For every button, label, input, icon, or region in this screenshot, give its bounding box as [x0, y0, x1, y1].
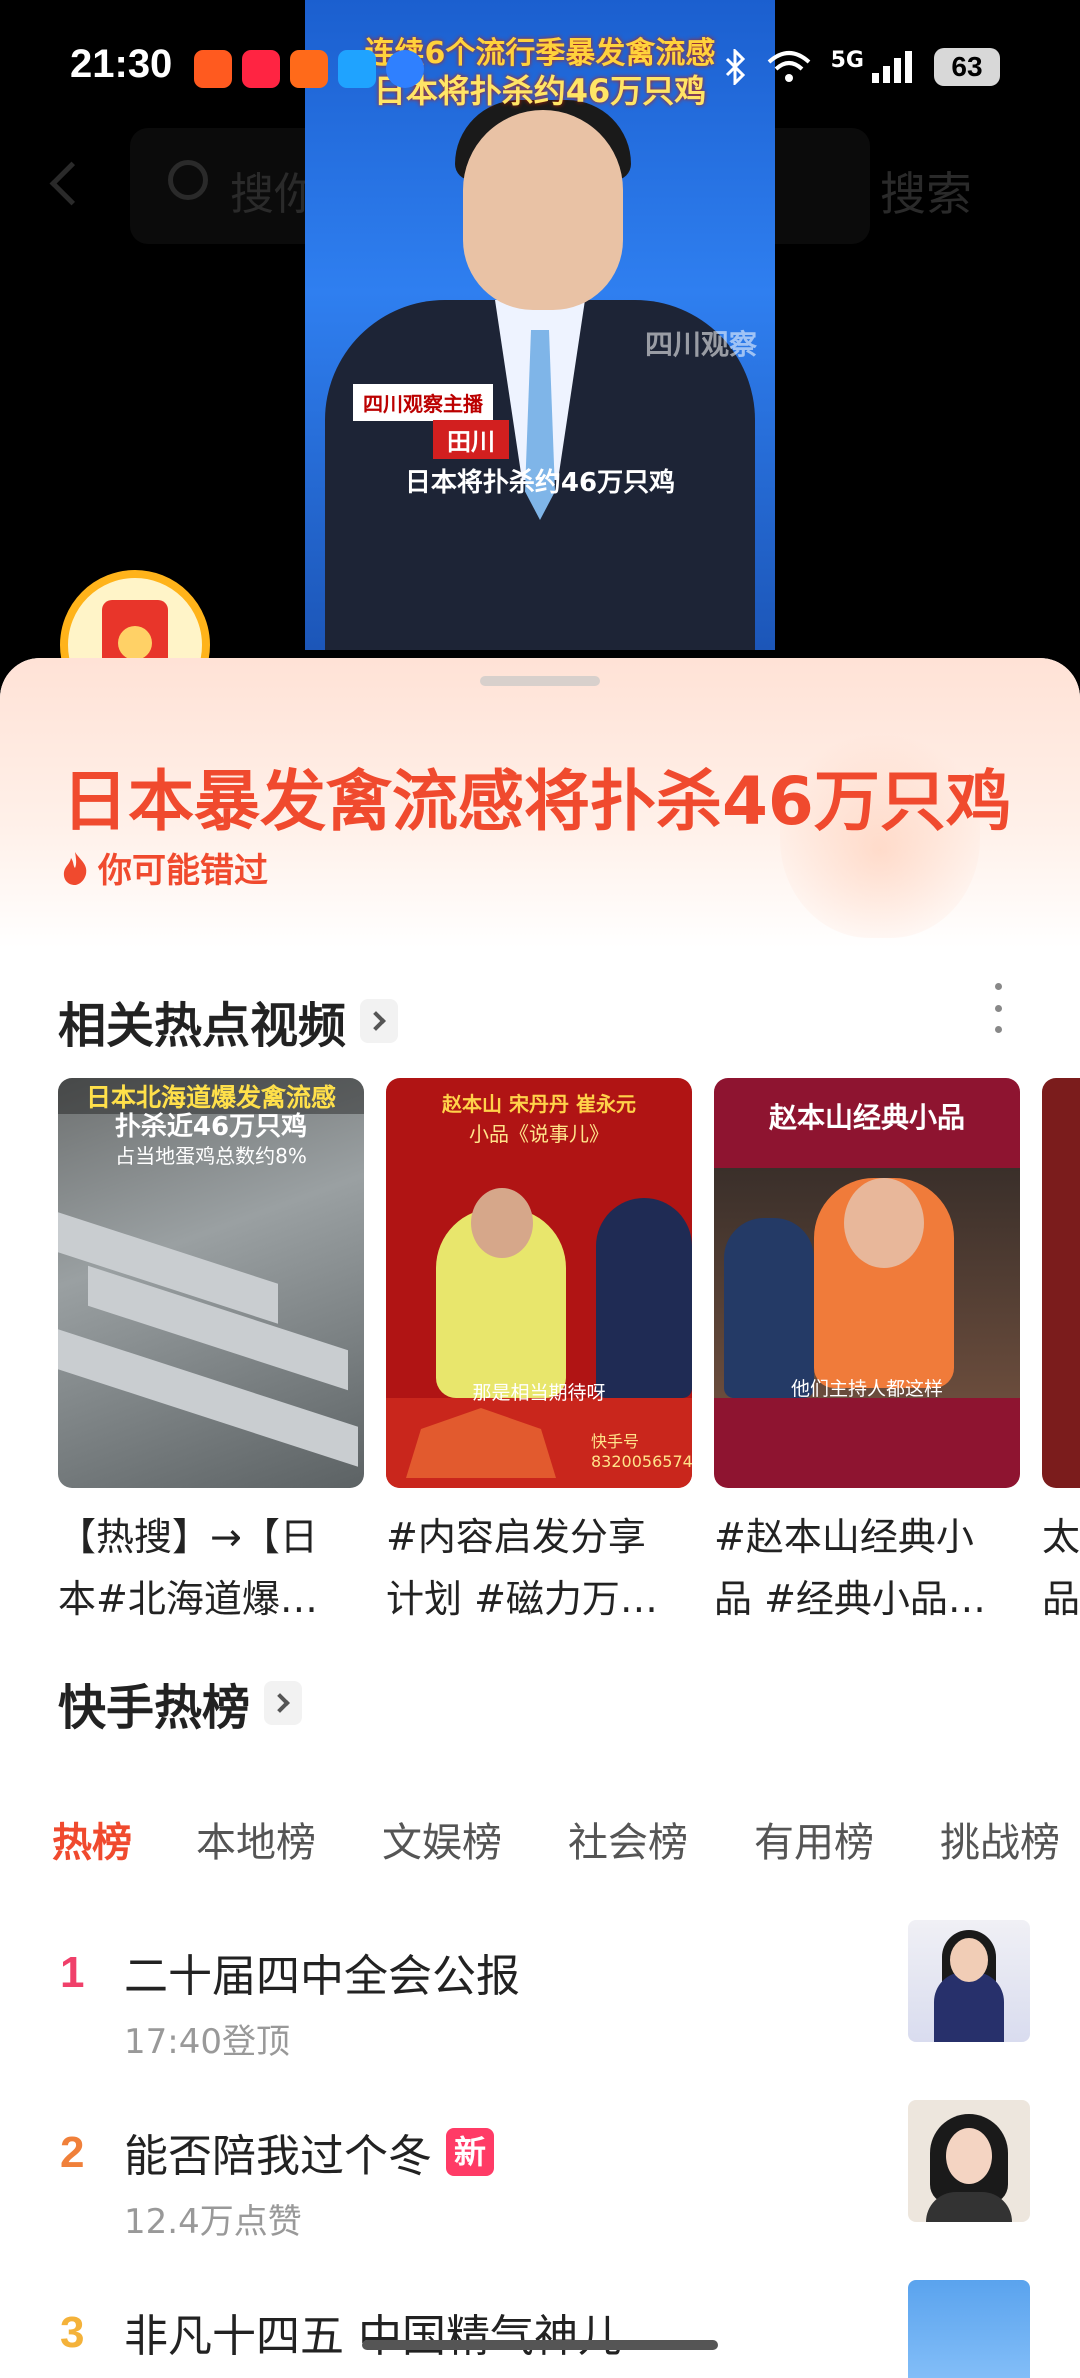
grid-app-icon [290, 50, 328, 88]
video-thumbnail[interactable]: 日本北海道爆发禽流感 扑杀近46万只鸡 占当地蛋鸡总数约8% [58, 1078, 364, 1488]
signal-icon [872, 51, 912, 83]
compass-app-icon [386, 50, 424, 88]
thumb-subline: 占当地蛋鸡总数约8% [115, 1144, 307, 1168]
send-app-icon [194, 50, 232, 88]
sheet-title: 日本暴发禽流感将扑杀46万只鸡 [62, 763, 1012, 840]
video-caption: #赵本山经典小 品 #经典小品… [714, 1506, 1020, 1630]
video-caption: 太 品 [1042, 1506, 1080, 1630]
new-badge: 新 [446, 2128, 494, 2176]
chevron-right-icon[interactable] [360, 999, 399, 1043]
status-right-group: 5G 63 [723, 48, 1000, 86]
tab-hot[interactable]: 热榜 [52, 1810, 132, 1868]
figure [724, 1218, 814, 1398]
video-subtitle: 日本将扑杀约46万只鸡 [404, 468, 676, 498]
status-time: 21:30 [70, 42, 173, 86]
background-search-button: 搜索 [880, 167, 972, 221]
anchor-face [463, 110, 623, 310]
thumb-headline: 赵本山 宋丹丹 崔永元 [442, 1092, 636, 1116]
video-thumbnail[interactable]: 赵本山 宋丹丹 崔永元 小品《说事儿》 那是相当期待呀 快手号 83200565… [386, 1078, 692, 1488]
related-videos-title: 相关热点视频 [58, 998, 347, 1054]
network-type: 5G [830, 47, 864, 73]
more-vertical-icon[interactable] [988, 983, 1008, 1033]
caption-line: 本#北海道爆… [58, 1577, 318, 1621]
caption-line: #赵本山经典小 [714, 1515, 974, 1559]
heart-app-icon [242, 50, 280, 88]
missed-label-row: 你可能错过 [60, 843, 268, 892]
thumb-subline: 小品《说事儿》 [469, 1122, 609, 1146]
tab-local[interactable]: 本地榜 [196, 1810, 316, 1868]
back-arrow-icon[interactable] [42, 150, 82, 220]
hot-item-meta: 17:40登顶 [124, 2022, 290, 2062]
video-caption: 【热搜】→【日 本#北海道爆… [58, 1506, 364, 1630]
hot-list-item[interactable]: 1 二十届四中全会公报 17:40登顶 [0, 1920, 1080, 2118]
caption-line: 品 [1042, 1577, 1080, 1621]
hot-item-thumbnail[interactable] [908, 2100, 1030, 2222]
hot-item-title-text: 非凡十四五 中国精气神儿 [124, 2311, 622, 2362]
video-thumbnail[interactable]: 赵本山经典小品 他们主持人都这样 [714, 1078, 1020, 1488]
video-caption: #内容启发分享 计划 #磁力万… [386, 1506, 692, 1630]
figure [596, 1198, 692, 1398]
caption-line: 品 #经典小品… [714, 1577, 986, 1621]
video-card[interactable]: 赵本山经典小品 他们主持人都这样 #赵本山经典小 品 #经典小品… [714, 1078, 1020, 1630]
hot-item-thumbnail[interactable] [908, 2280, 1030, 2378]
hot-item-title: 非凡十四五 中国精气神儿 [124, 2300, 622, 2364]
hot-list-header[interactable]: 快手热榜 [58, 1668, 303, 1738]
video-card[interactable]: 日本北海道爆发禽流感 扑杀近46万只鸡 占当地蛋鸡总数约8% 【热搜】→【日 本… [58, 1078, 364, 1630]
broadcast-app-icon [338, 50, 376, 88]
caption-line: 计划 #磁力万… [386, 1577, 658, 1621]
tab-challenge[interactable]: 挑战榜 [940, 1810, 1060, 1868]
hot-list-item[interactable]: 2 能否陪我过个冬 新 12.4万点赞 [0, 2100, 1080, 2298]
caption-line: 太 [1042, 1515, 1080, 1559]
missed-label: 你可能错过 [98, 851, 268, 891]
related-videos-carousel[interactable]: 日本北海道爆发禽流感 扑杀近46万只鸡 占当地蛋鸡总数约8% 【热搜】→【日 本… [58, 1078, 1080, 1621]
flame-icon [63, 851, 87, 885]
caption-line: #内容启发分享 [386, 1515, 646, 1559]
hot-list-tabs: 热榜 本地榜 文娱榜 社会榜 有用榜 挑战榜 [52, 1810, 1080, 1880]
rank-number: 2 [60, 2128, 85, 2177]
thumb-subtitle: 他们主持人都这样 [790, 1378, 943, 1400]
rank-number: 1 [60, 1948, 85, 1997]
hot-item-thumbnail[interactable] [908, 1920, 1030, 2042]
chevron-right-icon[interactable] [264, 1681, 303, 1725]
battery-indicator: 63 [934, 48, 1000, 86]
tab-entertainment[interactable]: 文娱榜 [382, 1810, 502, 1868]
sheet-drag-handle[interactable] [480, 676, 600, 686]
tab-society[interactable]: 社会榜 [568, 1810, 688, 1868]
hot-list-title: 快手热榜 [58, 1680, 251, 1736]
video-card[interactable]: 赵本山 宋丹丹 崔永元 小品《说事儿》 那是相当期待呀 快手号 83200565… [386, 1078, 692, 1630]
figure-face [471, 1188, 533, 1258]
video-channel-logo: 四川观察 [644, 328, 757, 361]
figure-face [844, 1178, 924, 1268]
hot-item-title-text: 二十届四中全会公报 [124, 1951, 520, 2002]
hot-item-title: 二十届四中全会公报 [124, 1940, 520, 2004]
related-videos-header[interactable]: 相关热点视频 [58, 986, 399, 1056]
video-card[interactable]: 太 品 [1042, 1078, 1080, 1630]
bluetooth-icon [725, 49, 745, 85]
thumb-account-id: 快手号 8320056574 [591, 1432, 692, 1471]
hot-topic-sheet: 日本暴发禽流感将扑杀46万只鸡 你可能错过 相关热点视频 日本北海道爆发禽流感 … [0, 658, 1080, 2378]
home-indicator[interactable] [362, 2340, 718, 2350]
tab-useful[interactable]: 有用榜 [754, 1810, 874, 1868]
status-bar: 21:30 5G 63 [0, 0, 1080, 140]
search-icon [168, 160, 208, 200]
video-badge: 四川观察主播 [353, 384, 493, 421]
wifi-icon [767, 51, 810, 82]
hot-item-title: 能否陪我过个冬 新 [124, 2120, 494, 2184]
thumb-headline: 赵本山经典小品 [768, 1101, 965, 1134]
caption-line: 【热搜】→【日 [58, 1515, 318, 1559]
rank-number: 3 [60, 2308, 85, 2357]
anchor-name-tag: 田川 [433, 420, 509, 459]
hot-item-title-text: 能否陪我过个冬 [124, 2131, 432, 2182]
thumb-subtitle: 那是相当期待呀 [472, 1382, 606, 1404]
hot-item-meta: 12.4万点赞 [124, 2202, 302, 2242]
video-thumbnail[interactable] [1042, 1078, 1080, 1488]
thumb-headline: 扑杀近46万只鸡 [114, 1112, 308, 1142]
